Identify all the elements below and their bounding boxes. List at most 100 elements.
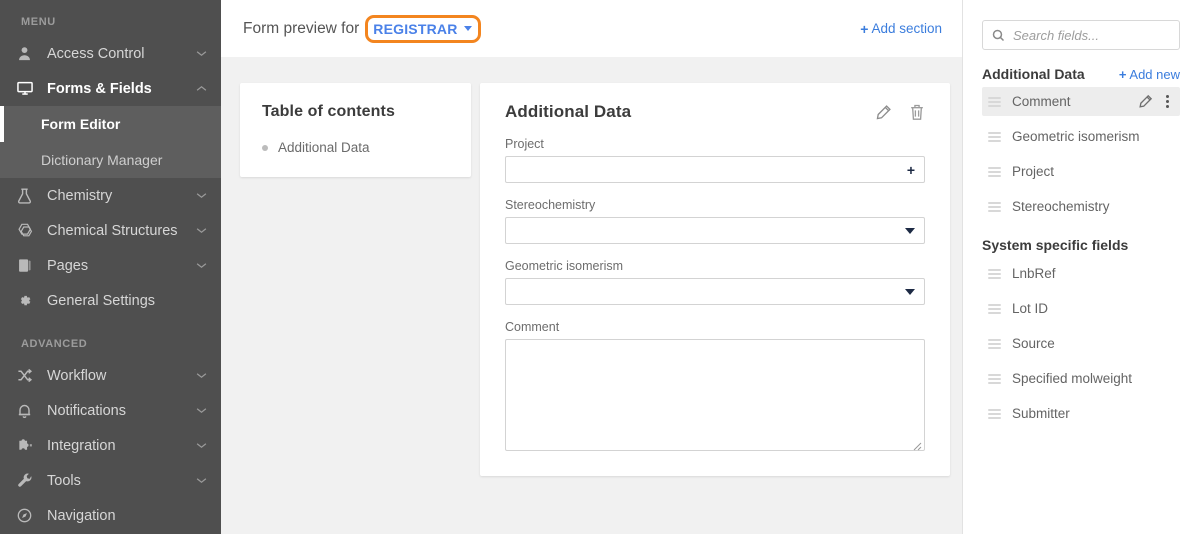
comment-textarea[interactable] [505, 339, 925, 451]
sidebar-subitem-form-editor[interactable]: Form Editor [0, 106, 221, 142]
field-list-item-label: Source [1012, 336, 1172, 351]
drag-handle-icon[interactable] [988, 269, 1001, 279]
drag-handle-icon[interactable] [988, 167, 1001, 177]
sidebar-item-label: Notifications [47, 403, 196, 419]
sidebar-item-pages[interactable]: Pages [0, 248, 221, 283]
table-of-contents-card: Table of contents Additional Data [240, 83, 471, 177]
field-list-item-label: Specified molweight [1012, 371, 1172, 386]
field-list-item-stereochemistry[interactable]: Stereochemistry [982, 192, 1180, 221]
plus-icon[interactable]: + [907, 163, 915, 177]
trash-icon[interactable] [909, 104, 925, 121]
form-field-geometric-isomerism: Geometric isomerism [505, 259, 925, 305]
role-highlight-annotation: REGISTRAR [365, 18, 480, 40]
page-title-prefix: Form preview for [243, 20, 359, 38]
drag-handle-icon[interactable] [988, 202, 1001, 212]
field-list-item-geometric-isomerism[interactable]: Geometric isomerism [982, 122, 1180, 151]
sidebar-item-navigation[interactable]: Navigation [0, 498, 221, 533]
field-list-item-project[interactable]: Project [982, 157, 1180, 186]
field-list-item-label: Comment [1012, 94, 1138, 109]
field-label: Comment [505, 320, 925, 334]
plus-icon: + [1119, 67, 1127, 82]
sidebar-item-label: Integration [47, 438, 196, 454]
table-of-contents-list: Additional Data [262, 140, 451, 155]
shuffle-icon [17, 367, 39, 385]
sidebar-item-workflow[interactable]: Workflow [0, 358, 221, 393]
sidebar-item-forms-and-fields[interactable]: Forms & Fields [0, 71, 221, 106]
chevron-down-icon [196, 192, 207, 199]
sidebar-item-label: Pages [47, 258, 196, 274]
kebab-menu-icon[interactable] [1163, 95, 1172, 108]
drag-handle-icon[interactable] [988, 374, 1001, 384]
field-list-item-comment[interactable]: Comment [982, 87, 1180, 116]
form-field-project: Project + [505, 137, 925, 183]
user-icon [17, 45, 39, 63]
drag-handle-icon[interactable] [988, 409, 1001, 419]
sidebar-item-label: Access Control [47, 46, 196, 62]
table-of-contents-title: Table of contents [262, 103, 451, 121]
field-list-item-source[interactable]: Source [982, 329, 1180, 358]
drag-handle-icon[interactable] [988, 304, 1001, 314]
add-section-button[interactable]: + Add section [860, 21, 942, 37]
chevron-down-icon [905, 228, 915, 234]
resize-handle-icon[interactable] [912, 438, 922, 448]
wrench-icon [17, 472, 39, 490]
sidebar-item-access-control[interactable]: Access Control [0, 36, 221, 71]
field-list-item-label: Stereochemistry [1012, 199, 1172, 214]
chevron-down-icon [196, 372, 207, 379]
field-list-item-label: LnbRef [1012, 266, 1172, 281]
pencil-icon[interactable] [875, 104, 892, 121]
field-list-item-submitter[interactable]: Submitter [982, 399, 1180, 428]
fields-panel: Search fields... Additional Data + Add n… [962, 0, 1194, 534]
chevron-down-icon [196, 442, 207, 449]
field-list-item-specified-molweight[interactable]: Specified molweight [982, 364, 1180, 393]
form-section-card: Additional Data Project + [480, 83, 950, 476]
field-list-item-lot-id[interactable]: Lot ID [982, 294, 1180, 323]
sidebar-subitem-label: Form Editor [41, 116, 120, 132]
sidebar-subitem-dictionary-manager[interactable]: Dictionary Manager [0, 142, 221, 178]
chevron-down-icon [464, 26, 472, 31]
sidebar-submenu-forms-and-fields: Form Editor Dictionary Manager [0, 106, 221, 178]
search-icon [992, 29, 1005, 42]
toc-item-additional-data[interactable]: Additional Data [262, 140, 451, 155]
field-list-item-label: Submitter [1012, 406, 1172, 421]
sidebar-subitem-label: Dictionary Manager [41, 152, 162, 168]
form-field-comment: Comment [505, 320, 925, 451]
sidebar-item-label: Chemical Structures [47, 223, 196, 239]
sidebar-menu-caption: MENU [0, 0, 221, 36]
sidebar-item-chemistry[interactable]: Chemistry [0, 178, 221, 213]
stereochemistry-select[interactable] [505, 217, 925, 244]
drag-handle-icon[interactable] [988, 132, 1001, 142]
hexagon-icon [17, 222, 39, 240]
page-title: Form preview for REGISTRAR [243, 18, 481, 40]
sidebar-item-label: Tools [47, 473, 196, 489]
field-row-actions [1138, 94, 1172, 109]
pencil-icon[interactable] [1138, 94, 1153, 109]
project-input[interactable]: + [505, 156, 925, 183]
role-dropdown-value: REGISTRAR [373, 21, 457, 37]
sidebar-item-label: Chemistry [47, 188, 196, 204]
drag-handle-icon[interactable] [988, 97, 1001, 107]
sidebar-item-label: Workflow [47, 368, 196, 384]
add-new-label: Add new [1129, 67, 1180, 82]
add-section-label: Add section [871, 21, 942, 36]
sidebar-item-notifications[interactable]: Notifications [0, 393, 221, 428]
form-section-actions [875, 104, 925, 121]
book-icon [17, 257, 39, 275]
sidebar-item-chemical-structures[interactable]: Chemical Structures [0, 213, 221, 248]
sidebar-item-integration[interactable]: Integration [0, 428, 221, 463]
compass-icon [17, 507, 39, 525]
role-dropdown[interactable]: REGISTRAR [373, 21, 471, 37]
page-header: Form preview for REGISTRAR + Add section [221, 0, 962, 57]
chevron-down-icon [905, 289, 915, 295]
sidebar-item-tools[interactable]: Tools [0, 463, 221, 498]
add-new-field-button[interactable]: + Add new [1119, 67, 1180, 82]
geometric-isomerism-select[interactable] [505, 278, 925, 305]
drag-handle-icon[interactable] [988, 339, 1001, 349]
field-label: Project [505, 137, 925, 151]
sidebar-item-general-settings[interactable]: General Settings [0, 283, 221, 318]
search-fields-input[interactable]: Search fields... [982, 20, 1180, 50]
bullet-icon [262, 145, 268, 151]
field-label: Stereochemistry [505, 198, 925, 212]
sidebar-item-label: Forms & Fields [47, 81, 196, 97]
field-list-item-lnbref[interactable]: LnbRef [982, 259, 1180, 288]
